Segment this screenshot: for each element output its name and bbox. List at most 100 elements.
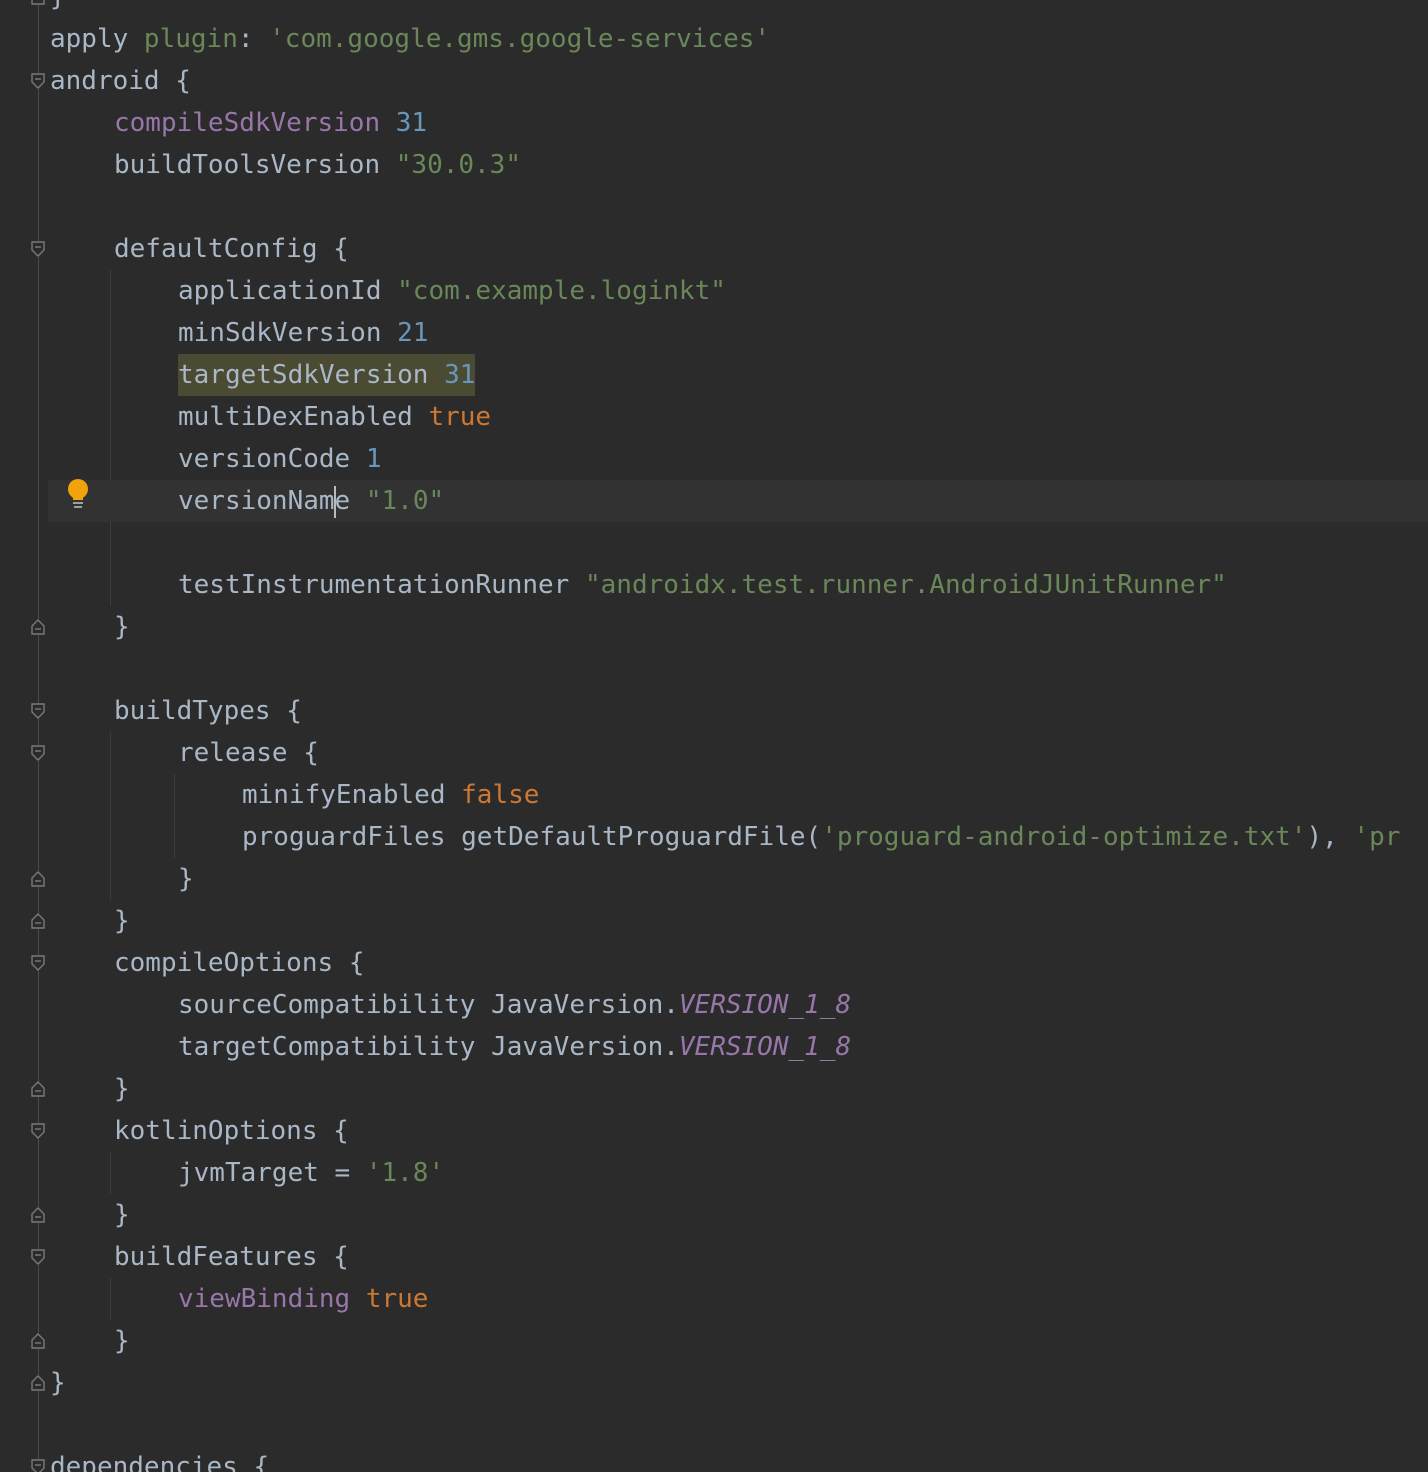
code-text[interactable]: minSdkVersion 21 xyxy=(178,312,428,354)
code-token: buildTypes xyxy=(114,696,287,726)
fold-start-icon[interactable] xyxy=(31,1123,45,1139)
code-line[interactable]: compileSdkVersion 31 xyxy=(0,102,1428,144)
code-text[interactable]: defaultConfig { xyxy=(114,228,349,270)
code-text[interactable]: } xyxy=(114,1068,130,1110)
text-caret xyxy=(333,485,336,518)
code-token: targetCompatibility JavaVersion. xyxy=(178,1032,679,1062)
code-line[interactable]: jvmTarget = '1.8' xyxy=(0,1152,1428,1194)
code-text[interactable]: release { xyxy=(178,732,319,774)
code-text[interactable]: dependencies { xyxy=(50,1446,269,1472)
fold-end-icon[interactable] xyxy=(31,1081,45,1097)
code-line[interactable]: targetSdkVersion 31 xyxy=(0,354,1428,396)
code-line[interactable]: targetCompatibility JavaVersion.VERSION_… xyxy=(0,1026,1428,1068)
code-line[interactable]: defaultConfig { xyxy=(0,228,1428,270)
fold-start-icon[interactable] xyxy=(31,1249,45,1265)
code-line[interactable]: proguardFiles getDefaultProguardFile('pr… xyxy=(0,816,1428,858)
code-line[interactable]: buildToolsVersion "30.0.3" xyxy=(0,144,1428,186)
fold-end-icon[interactable] xyxy=(31,1375,45,1391)
code-line[interactable]: minSdkVersion 21 xyxy=(0,312,1428,354)
code-token: testInstrumentationRunner xyxy=(178,570,585,600)
code-line[interactable]: versionName "1.0" xyxy=(48,480,1428,522)
fold-end-icon[interactable] xyxy=(31,0,45,5)
code-line[interactable]: testInstrumentationRunner "androidx.test… xyxy=(0,564,1428,606)
code-token: VERSION_1_8 xyxy=(678,990,852,1020)
code-line[interactable]: release { xyxy=(0,732,1428,774)
fold-start-icon[interactable] xyxy=(31,241,45,257)
code-text[interactable]: proguardFiles getDefaultProguardFile('pr… xyxy=(242,816,1400,858)
code-line[interactable] xyxy=(0,648,1428,690)
code-text[interactable]: sourceCompatibility JavaVersion.VERSION_… xyxy=(178,984,851,1026)
code-line[interactable]: buildTypes { xyxy=(0,690,1428,732)
code-text[interactable]: } xyxy=(114,606,130,648)
code-text[interactable]: versionName "1.0" xyxy=(178,480,444,522)
code-text[interactable]: buildToolsVersion "30.0.3" xyxy=(114,144,521,186)
code-token: 21 xyxy=(397,318,429,348)
fold-end-icon[interactable] xyxy=(31,1333,45,1349)
code-line[interactable]: } xyxy=(0,1068,1428,1110)
code-text[interactable]: targetSdkVersion 31 xyxy=(178,354,476,396)
code-line[interactable]: } xyxy=(0,858,1428,900)
code-text[interactable]: } xyxy=(114,1194,130,1236)
code-line[interactable]: minifyEnabled false xyxy=(0,774,1428,816)
code-line[interactable]: } xyxy=(0,900,1428,942)
code-text[interactable]: versionCode 1 xyxy=(178,438,382,480)
code-line[interactable]: multiDexEnabled true xyxy=(0,396,1428,438)
fold-start-icon[interactable] xyxy=(31,955,45,971)
code-text[interactable]: android { xyxy=(50,60,191,102)
code-text[interactable]: compileSdkVersion 31 xyxy=(114,102,427,144)
code-line[interactable]: } xyxy=(0,1194,1428,1236)
code-line[interactable] xyxy=(0,186,1428,228)
code-text[interactable]: } xyxy=(114,900,130,942)
code-line[interactable]: } xyxy=(0,1362,1428,1404)
code-token: { xyxy=(286,696,302,726)
code-text[interactable]: minifyEnabled false xyxy=(242,774,539,816)
code-token: } xyxy=(114,906,130,936)
code-text[interactable]: applicationId "com.example.loginkt" xyxy=(178,270,726,312)
code-line[interactable]: apply plugin: 'com.google.gms.google-ser… xyxy=(0,18,1428,60)
code-line[interactable]: } xyxy=(0,606,1428,648)
code-line[interactable]: dependencies { xyxy=(0,1446,1428,1472)
code-text[interactable]: kotlinOptions { xyxy=(114,1110,349,1152)
code-text[interactable]: targetCompatibility JavaVersion.VERSION_… xyxy=(178,1026,851,1068)
fold-start-icon[interactable] xyxy=(31,73,45,89)
code-line[interactable]: } xyxy=(0,1320,1428,1362)
code-text[interactable]: apply plugin: 'com.google.gms.google-ser… xyxy=(50,18,770,60)
code-text[interactable]: } xyxy=(178,858,194,900)
code-text[interactable]: testInstrumentationRunner "androidx.test… xyxy=(178,564,1227,606)
code-text[interactable]: buildTypes { xyxy=(114,690,302,732)
code-line[interactable]: android { xyxy=(0,60,1428,102)
fold-start-icon[interactable] xyxy=(31,745,45,761)
code-text[interactable]: compileOptions { xyxy=(114,942,364,984)
fold-end-icon[interactable] xyxy=(31,1207,45,1223)
lightbulb-icon[interactable] xyxy=(65,478,91,512)
code-text[interactable]: multiDexEnabled true xyxy=(178,396,491,438)
fold-end-icon[interactable] xyxy=(31,619,45,635)
code-editor[interactable]: } apply plugin: 'com.google.gms.google-se… xyxy=(0,0,1428,1472)
code-line[interactable]: buildFeatures { xyxy=(0,1236,1428,1278)
fold-start-icon[interactable] xyxy=(31,1459,45,1472)
fold-end-icon[interactable] xyxy=(31,913,45,929)
code-line[interactable]: applicationId "com.example.loginkt" xyxy=(0,270,1428,312)
code-line[interactable]: } xyxy=(0,0,1428,18)
code-token: versionName xyxy=(178,485,366,518)
code-token: multiDexEnabled xyxy=(178,402,429,432)
code-token: "30.0.3" xyxy=(395,150,521,180)
code-text[interactable]: jvmTarget = '1.8' xyxy=(178,1152,444,1194)
code-token: ), xyxy=(1306,822,1354,852)
code-line[interactable]: kotlinOptions { xyxy=(0,1110,1428,1152)
code-text[interactable]: } xyxy=(114,1320,130,1362)
code-line[interactable]: versionCode 1 xyxy=(0,438,1428,480)
code-token: kotlinOptions xyxy=(114,1116,334,1146)
code-token: 1 xyxy=(365,444,382,474)
code-text[interactable]: } xyxy=(50,0,66,18)
code-line[interactable] xyxy=(0,522,1428,564)
fold-start-icon[interactable] xyxy=(31,703,45,719)
code-line[interactable]: compileOptions { xyxy=(0,942,1428,984)
fold-end-icon[interactable] xyxy=(31,871,45,887)
code-text[interactable]: } xyxy=(50,1362,66,1404)
code-line[interactable]: sourceCompatibility JavaVersion.VERSION_… xyxy=(0,984,1428,1026)
code-text[interactable]: viewBinding true xyxy=(178,1278,428,1320)
code-line[interactable]: viewBinding true xyxy=(0,1278,1428,1320)
code-line[interactable] xyxy=(0,1404,1428,1446)
code-text[interactable]: buildFeatures { xyxy=(114,1236,349,1278)
